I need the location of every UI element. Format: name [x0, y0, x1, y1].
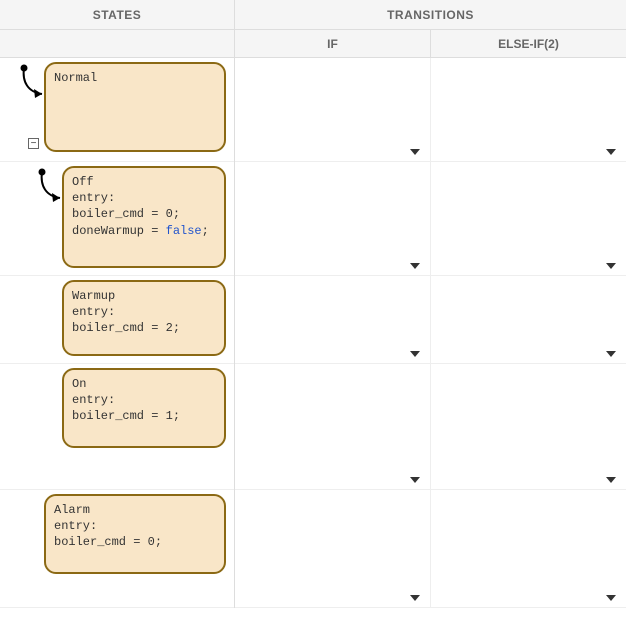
- state-row-on: Onentry:boiler_cmd = 1;: [0, 364, 234, 490]
- chevron-down-icon[interactable]: [410, 595, 420, 601]
- transition-cell-if-on[interactable]: [235, 364, 430, 490]
- state-row-normal: Normal −: [0, 58, 234, 162]
- state-code-line: boiler_cmd = 0;: [72, 206, 216, 222]
- state-code-line: Off: [72, 174, 216, 190]
- chevron-down-icon[interactable]: [606, 477, 616, 483]
- chevron-down-icon[interactable]: [410, 263, 420, 269]
- transition-cell-if-alarm[interactable]: [235, 490, 430, 608]
- elseif-column-header: ELSE-IF(2): [431, 30, 626, 57]
- chevron-down-icon[interactable]: [410, 149, 420, 155]
- default-transition-arrow-icon: [36, 168, 66, 208]
- transition-cell-elseif-normal[interactable]: [431, 58, 626, 162]
- state-row-off: Offentry:boiler_cmd = 0;doneWarmup = fal…: [0, 162, 234, 276]
- state-box-alarm[interactable]: Alarmentry:boiler_cmd = 0;: [44, 494, 226, 574]
- state-code-line: entry:: [54, 518, 216, 534]
- transition-cell-if-normal[interactable]: [235, 58, 430, 162]
- state-code-line: Alarm: [54, 502, 216, 518]
- state-code-line: entry:: [72, 304, 216, 320]
- collapse-toggle[interactable]: −: [28, 138, 39, 149]
- keyword-false: false: [166, 224, 202, 238]
- state-code-line: Normal: [54, 70, 216, 86]
- state-box-on[interactable]: Onentry:boiler_cmd = 1;: [62, 368, 226, 448]
- state-code-line: Warmup: [72, 288, 216, 304]
- code-text: ;: [202, 224, 209, 238]
- states-subheader: [0, 30, 235, 57]
- code-text: doneWarmup =: [72, 224, 166, 238]
- if-column-header: IF: [235, 30, 431, 57]
- transition-cell-if-warmup[interactable]: [235, 276, 430, 364]
- state-box-off[interactable]: Offentry:boiler_cmd = 0;doneWarmup = fal…: [62, 166, 226, 268]
- state-row-warmup: Warmupentry:boiler_cmd = 2;: [0, 276, 234, 364]
- transition-cell-if-off[interactable]: [235, 162, 430, 276]
- state-code-line: entry:: [72, 392, 216, 408]
- transition-cell-elseif-on[interactable]: [431, 364, 626, 490]
- state-code-line: boiler_cmd = 1;: [72, 408, 216, 424]
- state-code-line: boiler_cmd = 0;: [54, 534, 216, 550]
- transition-cell-elseif-alarm[interactable]: [431, 490, 626, 608]
- transitions-column-header: TRANSITIONS: [235, 0, 626, 29]
- chevron-down-icon[interactable]: [410, 477, 420, 483]
- chevron-down-icon[interactable]: [606, 263, 616, 269]
- state-row-alarm: Alarmentry:boiler_cmd = 0;: [0, 490, 234, 608]
- state-code-line: doneWarmup = false;: [72, 223, 216, 239]
- transition-cell-elseif-off[interactable]: [431, 162, 626, 276]
- state-code-line: boiler_cmd = 2;: [72, 320, 216, 336]
- transition-cell-elseif-warmup[interactable]: [431, 276, 626, 364]
- state-box-warmup[interactable]: Warmupentry:boiler_cmd = 2;: [62, 280, 226, 356]
- chevron-down-icon[interactable]: [606, 149, 616, 155]
- state-code-line: entry:: [72, 190, 216, 206]
- chevron-down-icon[interactable]: [606, 351, 616, 357]
- states-column-header: STATES: [0, 0, 235, 29]
- chevron-down-icon[interactable]: [606, 595, 616, 601]
- chevron-down-icon[interactable]: [410, 351, 420, 357]
- state-code-line: On: [72, 376, 216, 392]
- default-transition-arrow-icon: [18, 64, 48, 104]
- state-box-normal[interactable]: Normal: [44, 62, 226, 152]
